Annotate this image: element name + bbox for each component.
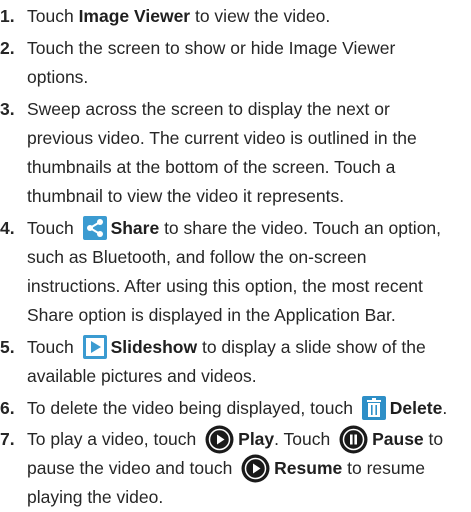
share-label: Share: [110, 218, 160, 238]
step-text: such as Bluetooth, and follow the on-scr…: [27, 247, 367, 267]
step-number: 4.: [0, 218, 15, 238]
step-text: instructions. After using this option, t…: [27, 276, 423, 296]
image-viewer-label: Image Viewer: [78, 6, 191, 26]
step-text: previous video. The current video is out…: [27, 128, 417, 148]
play-icon: [205, 425, 234, 454]
step-number: 1.: [0, 6, 15, 26]
step-text: pause the video and touch Resume to resu…: [27, 454, 425, 483]
step-text: Touch Slideshow to display a slide show …: [27, 333, 426, 362]
step-text: playing the video.: [27, 487, 164, 507]
step-text: available pictures and videos.: [27, 366, 257, 386]
step-text: Share option is displayed in the Applica…: [27, 305, 396, 325]
step-text: thumbnails at the bottom of the screen. …: [27, 157, 396, 177]
pause-label: Pause: [372, 429, 424, 449]
trash-icon: [361, 396, 386, 421]
step-number: 5.: [0, 337, 15, 357]
step-number: 3.: [0, 99, 15, 119]
step-text: Touch Share to share the video. Touch an…: [27, 214, 441, 243]
slideshow-icon: [82, 335, 107, 360]
share-icon: [82, 216, 107, 241]
step-number: 2.: [0, 38, 15, 58]
resume-icon: [241, 454, 270, 483]
step-text: Touch Image Viewer to view the video.: [27, 6, 331, 26]
pause-icon: [339, 425, 368, 454]
step-text: To play a video, touch Play. Touch Pause…: [27, 425, 443, 454]
step-text: Touch the screen to show or hide Image V…: [27, 38, 396, 58]
slideshow-label: Slideshow: [110, 337, 198, 357]
play-label: Play: [238, 429, 275, 449]
step-text: To delete the video being displayed, tou…: [27, 394, 447, 423]
step-text: thumbnail to view the video it represent…: [27, 186, 345, 206]
step-number: 6.: [0, 398, 15, 418]
delete-label: Delete: [389, 398, 443, 418]
step-number: 7.: [0, 429, 15, 449]
resume-label: Resume: [274, 458, 343, 478]
instruction-list: 1. Touch Image Viewer to view the video.…: [0, 0, 471, 510]
step-text: Sweep across the screen to display the n…: [27, 99, 390, 119]
step-text: options.: [27, 67, 89, 87]
